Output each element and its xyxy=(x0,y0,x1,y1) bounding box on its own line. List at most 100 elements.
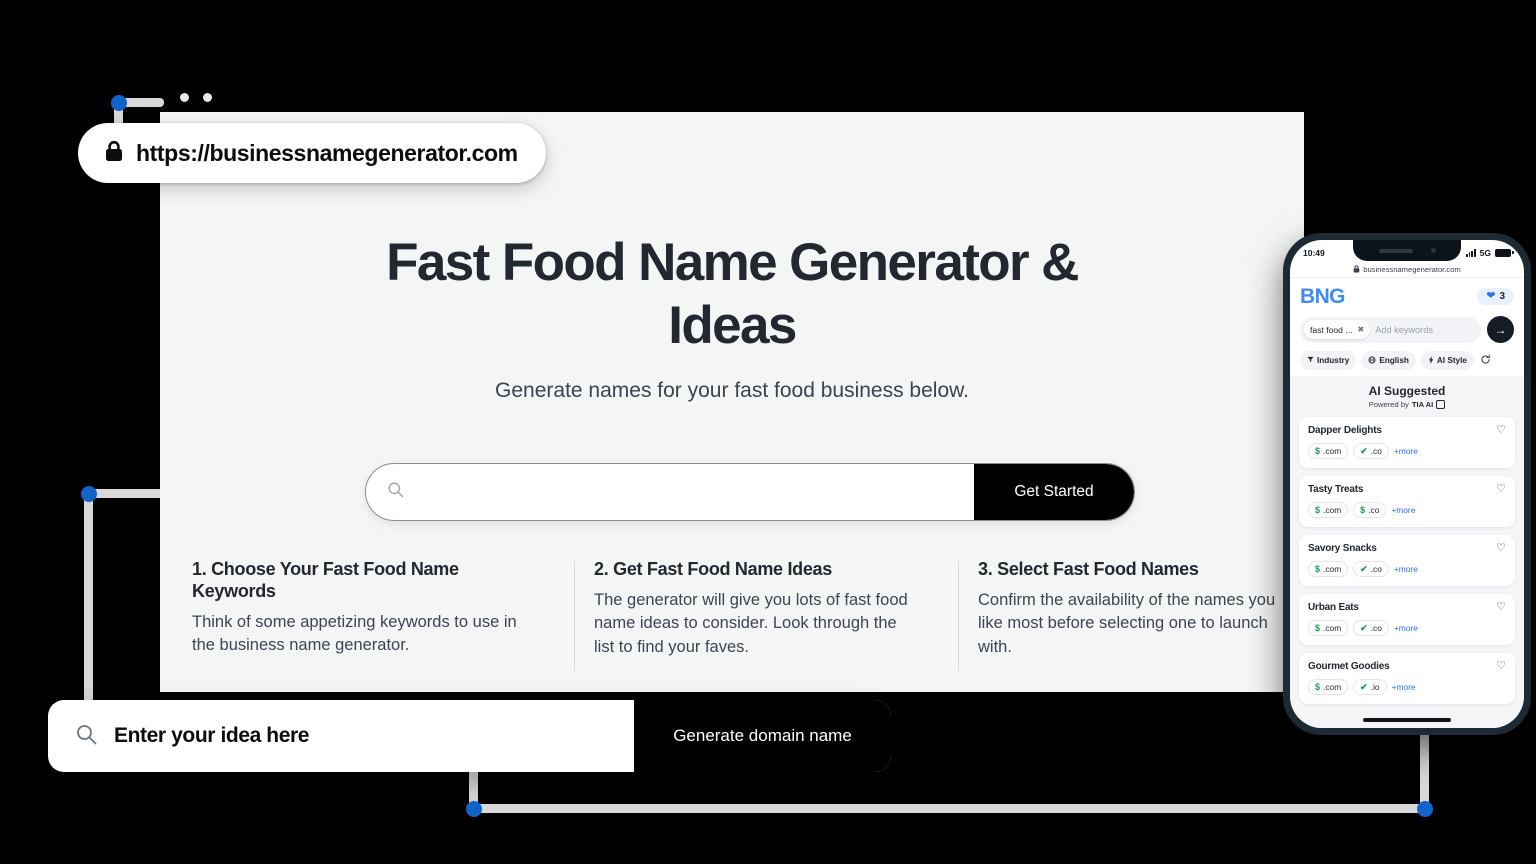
connector-line-left-vertical xyxy=(84,489,93,707)
list-item[interactable]: Tasty Treats ♡ $ .com $ .co +more xyxy=(1299,476,1515,527)
name-title: Dapper Delights xyxy=(1308,425,1382,436)
keyword-chip[interactable]: fast food ... ✖ xyxy=(1304,320,1371,339)
step-body: Confirm the availability of the names yo… xyxy=(978,590,1276,656)
bng-logo[interactable]: BNG xyxy=(1300,286,1345,307)
browser-dot-1 xyxy=(180,93,189,102)
tld-label: .com xyxy=(1323,564,1342,574)
more-link[interactable]: +more xyxy=(1394,564,1418,574)
connector-dot-left xyxy=(81,486,97,502)
tld-mark: $ xyxy=(1315,564,1321,574)
name-title: Urban Eats xyxy=(1308,602,1359,613)
tld-badge[interactable]: $ .com xyxy=(1308,502,1349,518)
step-item-3: 3. Select Fast Food Names Confirm the av… xyxy=(958,559,1304,672)
tld-badge[interactable]: ✔ .co xyxy=(1353,443,1389,459)
tld-badge[interactable]: $ .com xyxy=(1308,561,1349,577)
filter-chip-label: English xyxy=(1379,356,1409,365)
list-item[interactable]: Dapper Delights ♡ $ .com ✔ .co +more xyxy=(1299,417,1515,468)
tld-badge[interactable]: $ .co xyxy=(1353,502,1387,518)
powered-by-brand: TIA AI xyxy=(1411,400,1434,409)
connector-line-bottom-horizontal xyxy=(473,804,1427,813)
step-item-2: 2. Get Fast Food Name Ideas The generato… xyxy=(574,559,958,672)
tld-label: .com xyxy=(1323,446,1342,456)
filter-chip-industry[interactable]: Industry xyxy=(1300,351,1357,370)
more-link[interactable]: +more xyxy=(1394,446,1418,456)
search-input-wrap xyxy=(366,464,974,520)
more-link[interactable]: +more xyxy=(1394,623,1418,633)
step-item-1: 1. Choose Your Fast Food Name Keywords T… xyxy=(192,559,574,659)
globe-icon xyxy=(1368,355,1376,366)
keyword-chip-label: fast food ... xyxy=(1310,324,1353,335)
ai-suggested-section: AI Suggested Powered by TIA AI Dapper De… xyxy=(1290,376,1524,728)
favorites-badge[interactable]: ❤ 3 xyxy=(1477,288,1514,305)
cellular-bars-icon xyxy=(1466,249,1476,257)
tld-label: .com xyxy=(1323,623,1342,633)
name-card-top: Dapper Delights ♡ xyxy=(1308,425,1506,437)
url-bar-pill[interactable]: https://businessnamegenerator.com xyxy=(78,123,546,183)
network-label: 5G xyxy=(1479,247,1491,258)
tld-badge[interactable]: ✔ .co xyxy=(1353,561,1389,577)
tld-badge[interactable]: $ .com xyxy=(1308,679,1349,695)
tld-row: $ .com ✔ .co +more xyxy=(1308,561,1506,577)
tld-mark: $ xyxy=(1360,505,1366,515)
ai-chip-icon xyxy=(1436,400,1446,409)
list-item[interactable]: Savory Snacks ♡ $ .com ✔ .co +more xyxy=(1299,535,1515,586)
search-icon xyxy=(74,722,98,751)
filters-row: Industry English AI Style xyxy=(1300,351,1514,370)
keywords-field[interactable]: fast food ... ✖ Add keywords xyxy=(1300,316,1481,343)
heart-outline-icon[interactable]: ♡ xyxy=(1496,484,1506,495)
screenshot-stage: Fast Food Name Generator & Ideas Generat… xyxy=(0,0,1536,864)
phone-notch xyxy=(1353,240,1461,261)
heart-filled-icon: ❤ xyxy=(1486,290,1496,302)
tld-row: $ .com ✔ .io +more xyxy=(1308,679,1506,695)
more-link[interactable]: +more xyxy=(1391,505,1415,515)
heart-outline-icon[interactable]: ♡ xyxy=(1496,425,1506,436)
phone-mockup: 10:49 5G businessnamegenerator.com BNG ❤… xyxy=(1283,233,1531,735)
add-keywords-placeholder[interactable]: Add keywords xyxy=(1375,325,1433,335)
keywords-row: fast food ... ✖ Add keywords → xyxy=(1300,316,1514,343)
heart-outline-icon[interactable]: ♡ xyxy=(1496,543,1506,554)
tld-mark: ✔ xyxy=(1360,622,1368,633)
domain-idea-input[interactable] xyxy=(114,700,634,772)
step-body: The generator will give you lots of fast… xyxy=(594,590,908,656)
connector-line-bottom-right-vertical xyxy=(1420,724,1429,810)
tld-badge[interactable]: $ .com xyxy=(1308,443,1349,459)
tld-row: $ .com ✔ .co +more xyxy=(1308,443,1506,459)
name-title: Gourmet Goodies xyxy=(1308,661,1390,672)
lock-icon xyxy=(1353,265,1360,275)
home-indicator xyxy=(1363,718,1451,722)
phone-url-bar[interactable]: businessnamegenerator.com xyxy=(1290,262,1524,278)
more-link[interactable]: +more xyxy=(1392,682,1416,692)
lock-icon xyxy=(104,140,124,167)
search-icon xyxy=(386,480,405,504)
status-time: 10:49 xyxy=(1303,247,1325,258)
connector-dot-bottom-left xyxy=(466,801,482,817)
filter-chip-ai-style[interactable]: AI Style xyxy=(1420,351,1474,370)
url-text: https://businessnamegenerator.com xyxy=(136,139,518,166)
tld-label: .co xyxy=(1368,505,1380,515)
tld-label: .com xyxy=(1323,505,1342,515)
tld-badge[interactable]: $ .com xyxy=(1308,620,1349,636)
list-item[interactable]: Urban Eats ♡ $ .com ✔ .co +more xyxy=(1299,594,1515,645)
arrow-right-icon[interactable]: → xyxy=(1487,316,1514,343)
name-card-top: Savory Snacks ♡ xyxy=(1308,543,1506,555)
ai-suggested-title: AI Suggested xyxy=(1368,384,1446,398)
tld-badge[interactable]: ✔ .io xyxy=(1353,679,1387,695)
get-started-button[interactable]: Get Started xyxy=(974,464,1134,520)
tld-mark: ✔ xyxy=(1360,681,1368,692)
tld-label: .co xyxy=(1370,623,1382,633)
close-icon[interactable]: ✖ xyxy=(1358,325,1365,334)
phone-url-text: businessnamegenerator.com xyxy=(1363,265,1461,274)
filter-chip-language[interactable]: English xyxy=(1361,351,1416,370)
list-item[interactable]: Gourmet Goodies ♡ $ .com ✔ .io +more xyxy=(1299,653,1515,704)
page-title: Fast Food Name Generator & Ideas xyxy=(386,233,1079,355)
connector-dot-top-left xyxy=(111,95,127,111)
refresh-icon[interactable] xyxy=(1480,354,1491,368)
generate-domain-name-button[interactable]: Generate domain name xyxy=(634,700,891,772)
tld-badge[interactable]: ✔ .co xyxy=(1353,620,1389,636)
name-search-bar: Get Started xyxy=(365,463,1135,521)
heart-outline-icon[interactable]: ♡ xyxy=(1496,661,1506,672)
step-title: 1. Choose Your Fast Food Name Keywords xyxy=(192,559,459,601)
search-input[interactable] xyxy=(415,464,974,520)
tld-mark: $ xyxy=(1315,505,1321,515)
heart-outline-icon[interactable]: ♡ xyxy=(1496,602,1506,613)
